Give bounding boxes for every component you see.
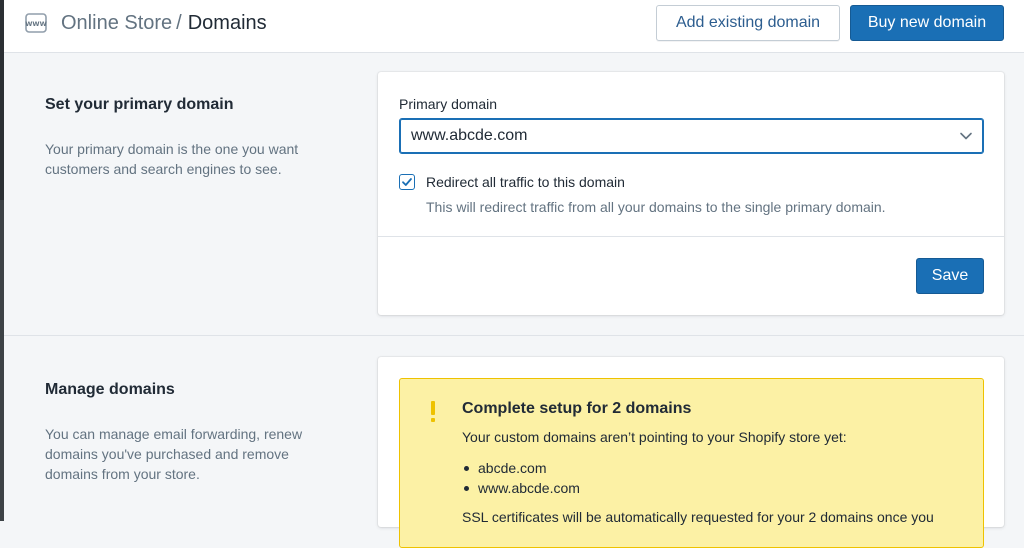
section-divider bbox=[4, 335, 1024, 336]
top-bar: WWW Online Store / Domains Add existing do… bbox=[4, 0, 1024, 53]
www-icon: WWW bbox=[25, 13, 47, 33]
svg-text:WWW: WWW bbox=[25, 20, 47, 28]
card-divider bbox=[378, 236, 1004, 237]
unpointed-domains-list: abcde.com www.abcde.com bbox=[462, 458, 580, 498]
banner-text: Your custom domains aren’t pointing to y… bbox=[462, 429, 847, 445]
primary-domain-label: Primary domain bbox=[399, 96, 498, 112]
banner-title: Complete setup for 2 domains bbox=[462, 400, 692, 417]
chevron-down-icon bbox=[959, 129, 973, 143]
window-left-edge bbox=[0, 0, 4, 521]
breadcrumb-separator: / bbox=[176, 12, 182, 34]
primary-domain-select-value: www.abcde.com bbox=[411, 127, 528, 144]
banner-ssl-text: SSL certificates will be automatically r… bbox=[462, 509, 934, 525]
primary-domain-card: Primary domain www.abcde.com Redirect al… bbox=[378, 72, 1004, 315]
breadcrumb-online-store[interactable]: Online Store bbox=[61, 12, 172, 34]
manage-domains-card: Complete setup for 2 domains Your custom… bbox=[378, 357, 1004, 548]
checkmark-icon bbox=[402, 178, 412, 186]
buy-new-domain-button[interactable]: Buy new domain bbox=[850, 5, 1004, 41]
save-button[interactable]: Save bbox=[916, 258, 984, 294]
list-item: abcde.com bbox=[462, 458, 580, 478]
list-item: www.abcde.com bbox=[462, 478, 580, 498]
setup-warning-banner: Complete setup for 2 domains Your custom… bbox=[399, 378, 984, 548]
primary-domain-select[interactable]: www.abcde.com bbox=[399, 118, 984, 154]
add-existing-domain-button[interactable]: Add existing domain bbox=[656, 5, 840, 41]
redirect-help-text: This will redirect traffic from all your… bbox=[426, 199, 886, 215]
manage-domains-section-description: You can manage email forwarding, renew d… bbox=[45, 426, 303, 482]
redirect-checkbox[interactable] bbox=[399, 174, 415, 190]
primary-domain-section-description: Your primary domain is the one you want … bbox=[45, 141, 299, 177]
breadcrumb: Online Store / Domains bbox=[61, 11, 267, 35]
page-title: Domains bbox=[187, 12, 267, 34]
exclamation-icon bbox=[428, 399, 438, 425]
primary-domain-section-title: Set your primary domain bbox=[45, 96, 234, 113]
redirect-checkbox-label[interactable]: Redirect all traffic to this domain bbox=[426, 174, 625, 190]
manage-domains-section-title: Manage domains bbox=[45, 381, 175, 398]
